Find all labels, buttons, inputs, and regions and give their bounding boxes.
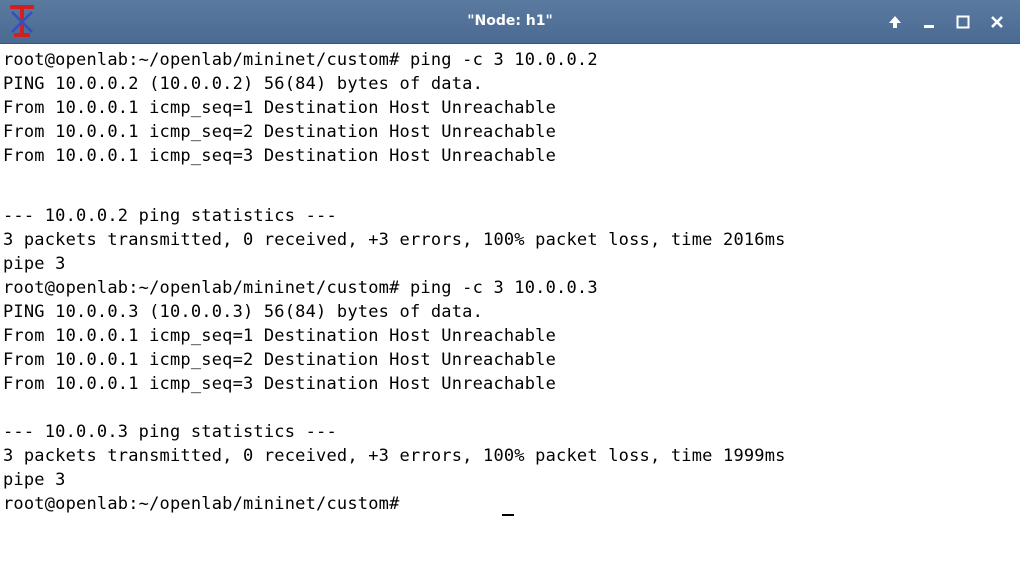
terminal-line: --- 10.0.0.3 ping statistics ---	[3, 422, 337, 442]
terminal-line: --- 10.0.0.2 ping statistics ---	[3, 206, 337, 226]
window-title: "Node: h1"	[467, 13, 553, 29]
terminal-window: "Node: h1" root@openlab:~/openlab/minine…	[0, 0, 1020, 577]
terminal-line: PING 10.0.0.2 (10.0.0.2) 56(84) bytes of…	[3, 74, 484, 94]
terminal-line: root@openlab:~/openlab/mininet/custom# p…	[3, 278, 598, 298]
minimize-icon[interactable]	[914, 7, 944, 37]
terminal-line: From 10.0.0.1 icmp_seq=2 Destination Hos…	[3, 122, 557, 142]
up-arrow-icon[interactable]	[880, 7, 910, 37]
terminal-line: From 10.0.0.1 icmp_seq=1 Destination Hos…	[3, 326, 557, 346]
maximize-icon[interactable]	[948, 7, 978, 37]
window-controls	[880, 0, 1012, 43]
close-icon[interactable]	[982, 7, 1012, 37]
terminal-prompt: root@openlab:~/openlab/mininet/custom#	[3, 494, 410, 514]
terminal-line: root@openlab:~/openlab/mininet/custom# p…	[3, 50, 598, 70]
terminal-line: pipe 3	[3, 254, 66, 274]
terminal-line: From 10.0.0.1 icmp_seq=2 Destination Hos…	[3, 350, 557, 370]
terminal-line: 3 packets transmitted, 0 received, +3 er…	[3, 446, 786, 466]
terminal-output[interactable]: root@openlab:~/openlab/mininet/custom# p…	[0, 44, 1020, 577]
terminal-line: pipe 3	[3, 470, 66, 490]
terminal-line: From 10.0.0.1 icmp_seq=3 Destination Hos…	[3, 146, 557, 166]
terminal-line: From 10.0.0.1 icmp_seq=3 Destination Hos…	[3, 374, 557, 394]
title-bar[interactable]: "Node: h1"	[0, 0, 1020, 44]
terminal-line: From 10.0.0.1 icmp_seq=1 Destination Hos…	[3, 98, 557, 118]
text-cursor	[502, 514, 514, 516]
terminal-line: PING 10.0.0.3 (10.0.0.3) 56(84) bytes of…	[3, 302, 484, 322]
terminal-line: 3 packets transmitted, 0 received, +3 er…	[3, 230, 786, 250]
